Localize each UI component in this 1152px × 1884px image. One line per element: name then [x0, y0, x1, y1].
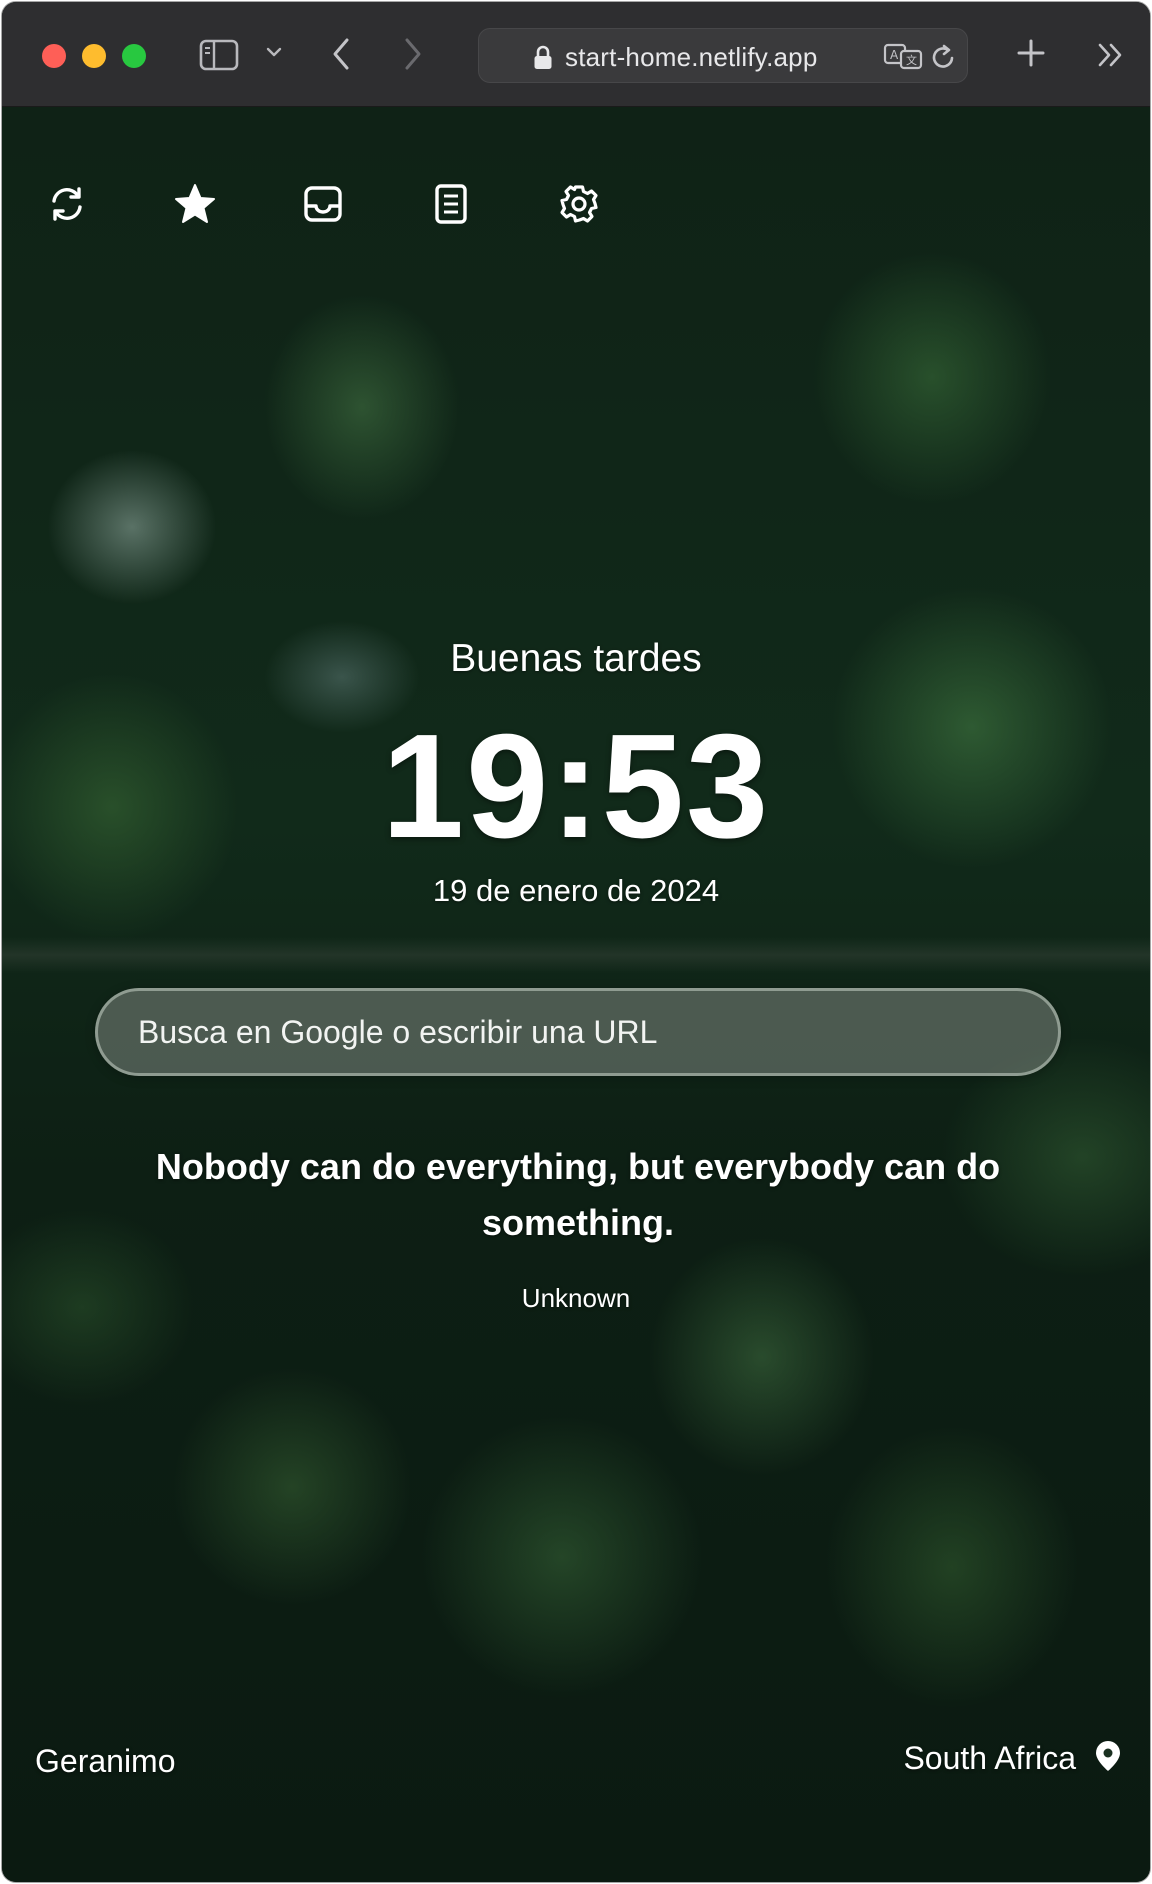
notes-icon[interactable]	[429, 182, 473, 226]
sidebar-icon[interactable]	[198, 36, 240, 74]
photo-credit[interactable]: Geranimo	[35, 1743, 176, 1780]
location-label: South Africa	[903, 1740, 1076, 1776]
clock-time: 19:53	[381, 704, 771, 869]
quote-text: Nobody can do everything, but everybody …	[155, 1146, 1001, 1243]
translate-icon[interactable]: A文	[883, 42, 923, 75]
lock-icon	[533, 45, 553, 76]
zoom-window-button[interactable]	[122, 44, 146, 68]
background-road	[2, 937, 1150, 973]
search-bar[interactable]	[95, 988, 1061, 1076]
plus-icon[interactable]	[1014, 36, 1048, 70]
browser-toolbar: start-home.netlify.app A文	[2, 2, 1150, 107]
start-page: Buenas tardes 19:53 19 de enero de 2024 …	[2, 107, 1150, 1882]
chevron-down-icon[interactable]	[264, 42, 284, 62]
refresh-icon[interactable]	[45, 182, 89, 226]
svg-text:文: 文	[906, 53, 917, 67]
photo-location[interactable]: South Africa	[903, 1739, 1122, 1778]
double-chevron-right-icon[interactable]	[1094, 38, 1128, 72]
search-input[interactable]	[138, 991, 1018, 1073]
inbox-icon[interactable]	[301, 182, 345, 226]
map-pin-icon	[1094, 1739, 1122, 1778]
address-bar[interactable]: start-home.netlify.app A文	[478, 28, 968, 83]
svg-text:A: A	[890, 48, 899, 62]
minimize-window-button[interactable]	[82, 44, 106, 68]
greeting-text: Buenas tardes	[450, 637, 702, 680]
chevron-right-icon[interactable]	[400, 34, 426, 74]
close-window-button[interactable]	[42, 44, 66, 68]
gear-icon[interactable]	[557, 182, 601, 226]
quote-author[interactable]: Unknown	[2, 1283, 1150, 1314]
address-url: start-home.netlify.app	[565, 42, 818, 72]
reload-icon[interactable]	[931, 43, 957, 76]
browser-window: start-home.netlify.app A文 Buenas tardes …	[2, 2, 1150, 1882]
chevron-left-icon[interactable]	[328, 34, 354, 74]
star-icon[interactable]	[173, 182, 217, 226]
clock-date: 19 de enero de 2024	[432, 873, 720, 908]
